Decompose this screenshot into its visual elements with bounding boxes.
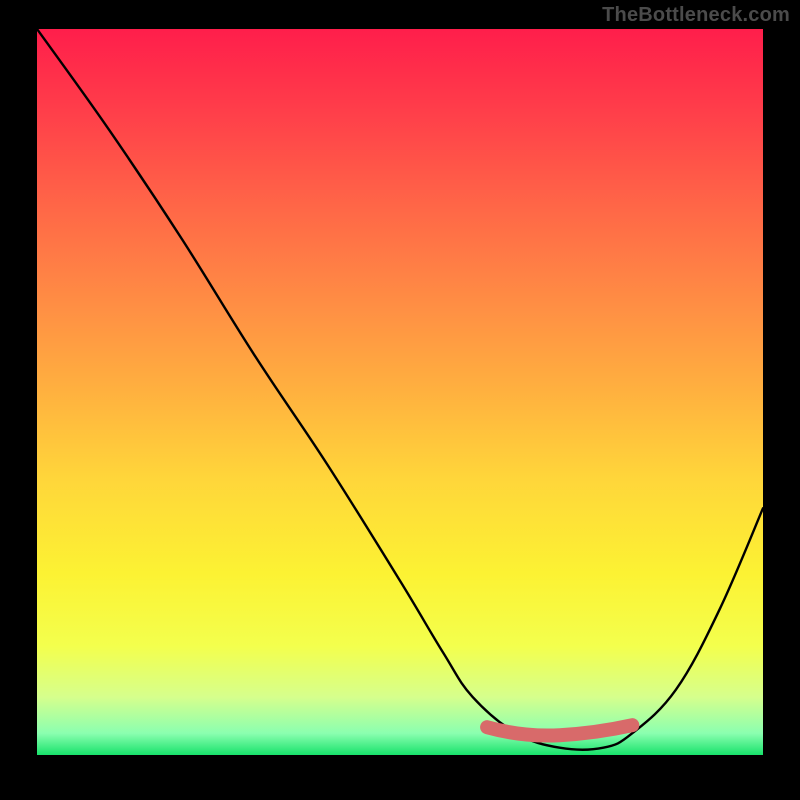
curve-layer (37, 29, 763, 755)
optimal-zone-marker (487, 725, 632, 735)
bottleneck-curve-line (37, 29, 763, 750)
chart-stage: TheBottleneck.com (0, 0, 800, 800)
watermark-text: TheBottleneck.com (602, 4, 790, 27)
plot-area (37, 29, 763, 755)
